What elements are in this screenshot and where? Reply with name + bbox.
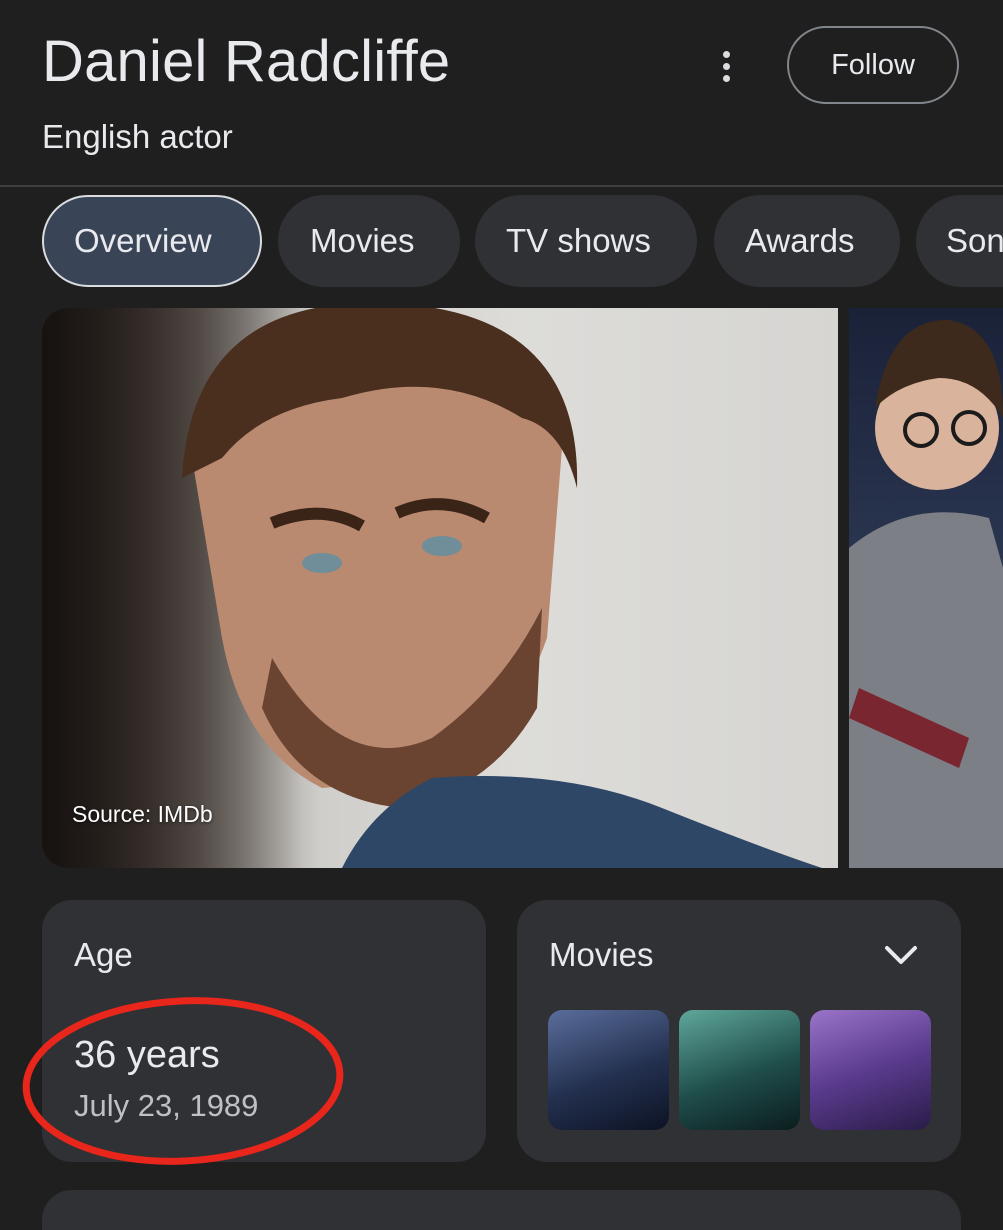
more-dot — [722, 62, 730, 70]
secondary-illustration — [849, 319, 1003, 868]
age-card[interactable]: Age 36 years July 23, 1989 — [42, 900, 486, 1162]
entity-subtitle: English actor — [42, 118, 233, 155]
chevron-down-icon[interactable] — [881, 940, 921, 970]
movie-poster-1[interactable] — [548, 1010, 669, 1130]
portrait-illustration — [182, 308, 822, 868]
tab-bar: Overview Movies TV shows Awards Songs — [0, 190, 1003, 294]
tab-songs[interactable]: Songs — [916, 195, 1003, 287]
main-portrait-image[interactable]: Source: IMDb — [42, 308, 838, 868]
tab-awards[interactable]: Awards — [714, 195, 900, 287]
more-dot — [722, 50, 730, 58]
age-value: 36 years — [74, 1034, 220, 1076]
page-title: Daniel Radcliffe — [42, 29, 451, 94]
tab-overview[interactable]: Overview — [42, 195, 262, 287]
secondary-image[interactable] — [849, 308, 1003, 868]
more-options-icon[interactable] — [706, 46, 746, 86]
tab-movies[interactable]: Movies — [278, 195, 460, 287]
tab-tv-shows[interactable]: TV shows — [475, 195, 697, 287]
follow-button[interactable]: Follow — [787, 26, 959, 104]
image-source-label: Source: IMDb — [72, 801, 213, 827]
header-divider — [0, 185, 1003, 187]
more-dot — [722, 74, 730, 82]
movie-poster-3[interactable] — [810, 1010, 931, 1130]
next-card-partial — [42, 1190, 961, 1230]
movies-label: Movies — [549, 936, 654, 973]
birth-date: July 23, 1989 — [74, 1088, 259, 1123]
movies-card[interactable]: Movies — [517, 900, 961, 1162]
age-label: Age — [74, 936, 133, 973]
movie-poster-2[interactable] — [679, 1010, 800, 1130]
